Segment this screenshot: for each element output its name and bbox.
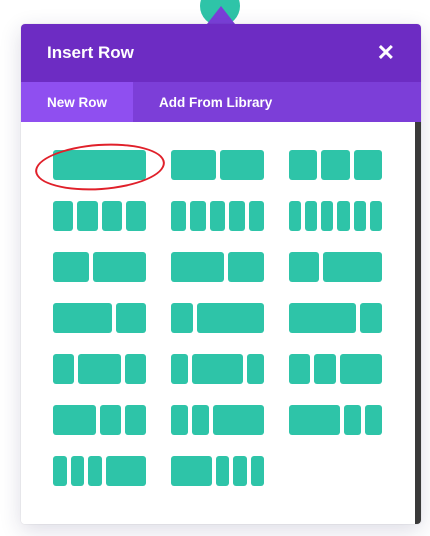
modal-pointer-arrow [207,6,235,24]
layout-column-block [344,405,361,435]
row-layout-option[interactable] [53,405,146,435]
layout-column-block [192,354,243,384]
layout-column-block [171,201,187,231]
layout-column-block [339,354,382,384]
row-layout-option[interactable] [289,201,382,231]
layout-column-block [209,201,226,231]
row-layout-option[interactable] [171,201,264,231]
row-layout-option[interactable] [53,456,146,486]
row-layout-option[interactable] [171,456,264,486]
layout-column-block [53,303,113,333]
layout-column-block [171,303,194,333]
layout-column-block [171,150,216,180]
layout-column-block [289,303,356,333]
row-layout-option[interactable] [53,354,146,384]
layout-column-block [171,456,212,486]
row-layout-option[interactable] [171,252,264,282]
row-layout-option[interactable] [53,150,146,180]
layout-column-block [215,456,229,486]
layout-column-block [321,201,334,231]
row-layout-option[interactable] [171,405,264,435]
layout-column-block [305,201,318,231]
layout-column-block [53,150,146,180]
layout-column-block [70,456,84,486]
layout-column-block [219,150,264,180]
layout-column-block [53,456,67,486]
layout-column-block [229,201,245,231]
layout-column-block [321,150,350,180]
layout-column-block [92,252,146,282]
layout-column-block [53,405,96,435]
layout-column-block [233,456,247,486]
layout-column-block [53,252,89,282]
layout-column-block [228,252,264,282]
layout-column-block [353,150,382,180]
layout-column-block [248,201,264,231]
row-layout-option[interactable] [289,303,382,333]
layout-column-block [247,354,264,384]
row-layout-option[interactable] [171,354,264,384]
layout-column-block [289,405,340,435]
modal-tabs: New Row Add From Library [21,82,421,122]
row-layout-option[interactable] [53,201,146,231]
layout-column-block [190,201,206,231]
row-layout-option[interactable] [171,303,264,333]
tab-new-row[interactable]: New Row [21,82,134,122]
layout-column-block [77,201,98,231]
layout-column-block [171,405,188,435]
layout-column-block [314,354,336,384]
modal-title: Insert Row [47,43,134,62]
layout-column-block [101,201,122,231]
modal-body [21,122,421,524]
layout-column-block [53,201,74,231]
layout-column-block [124,405,146,435]
layout-column-block [365,405,382,435]
layout-column-block [116,303,146,333]
layout-column-block [213,405,264,435]
layout-column-block [125,201,146,231]
layout-column-block [192,405,209,435]
layout-column-block [322,252,382,282]
layout-column-block [353,201,366,231]
layout-column-block [289,150,318,180]
tab-add-from-library[interactable]: Add From Library [133,82,298,122]
insert-row-modal: Insert Row ✕ New Row Add From Library [21,24,421,524]
row-layout-option[interactable] [53,303,146,333]
layout-column-block [53,354,75,384]
layout-column-block [105,456,146,486]
layout-column-block [369,201,382,231]
layout-column-block [171,354,188,384]
modal-header: Insert Row ✕ [21,24,421,82]
row-layout-option[interactable] [53,252,146,282]
row-layout-option[interactable] [171,150,264,180]
row-layout-option[interactable] [289,354,382,384]
layout-column-block [359,303,382,333]
row-layout-option[interactable] [289,252,382,282]
row-layout-option[interactable] [289,405,382,435]
layout-column-block [197,303,264,333]
layout-column-block [289,201,302,231]
layout-column-block [78,354,121,384]
layout-column-block [289,252,319,282]
scrollbar[interactable] [415,122,421,524]
row-layout-option[interactable] [289,150,382,180]
layout-column-block [171,252,225,282]
layout-column-block [337,201,350,231]
close-icon[interactable]: ✕ [377,42,395,64]
layout-column-block [289,354,311,384]
layout-column-block [250,456,264,486]
layout-column-block [99,405,121,435]
layout-column-block [88,456,102,486]
layout-column-block [124,354,146,384]
